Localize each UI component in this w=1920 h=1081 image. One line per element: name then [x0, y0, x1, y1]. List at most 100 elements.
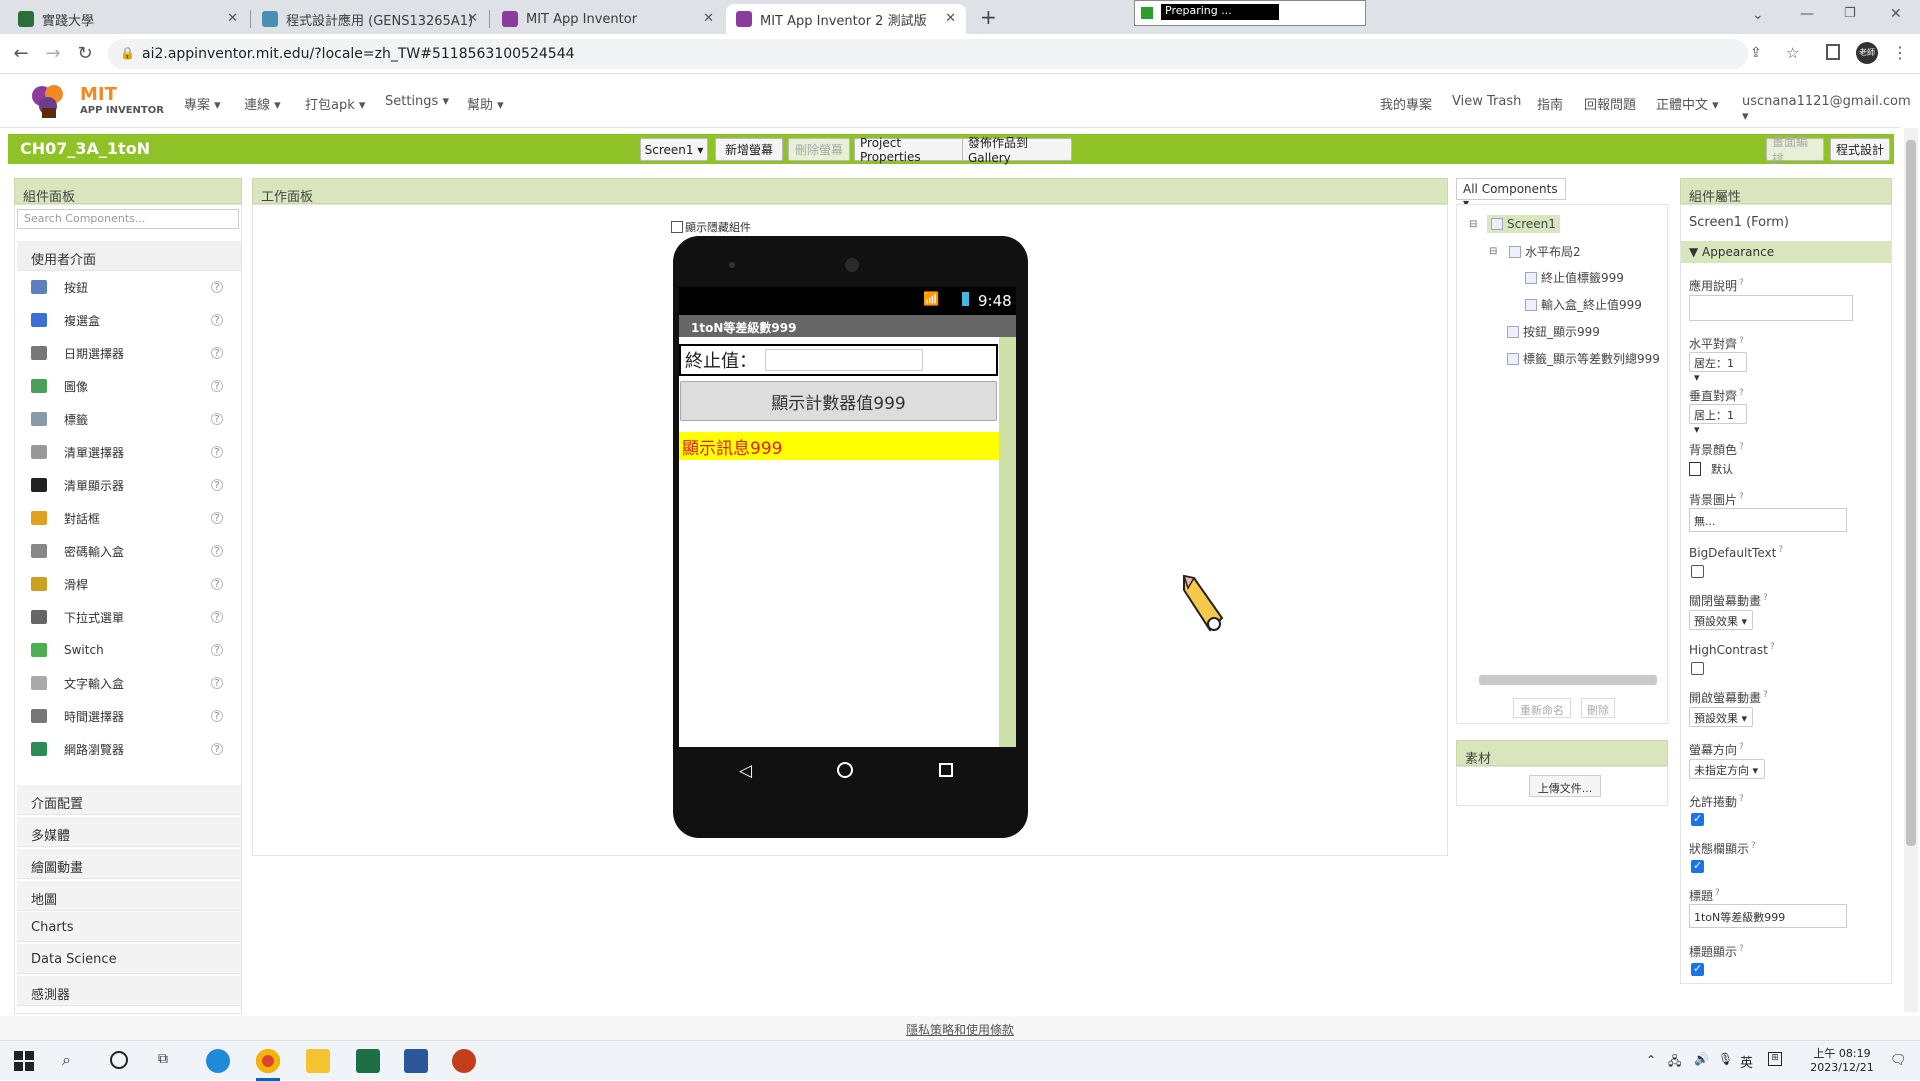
palette-item[interactable]: Switch? — [15, 634, 241, 666]
title-field[interactable]: 1toN等差級數999 — [1689, 904, 1847, 928]
help-icon[interactable]: ? — [211, 545, 223, 557]
browser-tab[interactable]: MIT App Inventor ✕ — [492, 4, 724, 34]
appinventor-logo-icon[interactable] — [28, 82, 72, 120]
high-contrast-checkbox[interactable] — [1691, 662, 1704, 675]
tree-item-end-label[interactable]: 終止值標籤999 — [1525, 269, 1624, 286]
help-icon[interactable]: ? — [211, 281, 223, 293]
help-icon[interactable]: ? — [211, 380, 223, 392]
page-scrollbar[interactable] — [1904, 128, 1918, 1012]
rename-button[interactable]: 重新命名 — [1513, 698, 1571, 718]
cortana-icon[interactable] — [110, 1051, 128, 1069]
tree-horizontal-scrollbar[interactable] — [1479, 675, 1657, 685]
share-icon[interactable]: ⇪ — [1750, 45, 1762, 61]
menu-build[interactable]: 打包apk ▾ — [305, 94, 365, 113]
word-icon[interactable] — [404, 1049, 428, 1073]
reload-icon[interactable]: ↻ — [74, 43, 96, 65]
palette-item[interactable]: 密碼輸入盒? — [15, 535, 241, 567]
search-components-input[interactable]: Search Components... — [17, 209, 239, 229]
back-icon[interactable]: ← — [10, 43, 32, 65]
search-icon[interactable]: ⌕ — [62, 1050, 71, 1070]
close-tab-icon[interactable]: ✕ — [227, 11, 238, 26]
remove-screen-button[interactable]: 刪除螢幕 — [788, 138, 850, 161]
close-tab-icon[interactable]: ✕ — [945, 11, 956, 26]
ime-indicator[interactable]: 英 — [1740, 1052, 1753, 1071]
category-charts[interactable]: Charts — [17, 912, 241, 942]
link-report-issue[interactable]: 回報問題 — [1584, 94, 1636, 113]
minimize-icon[interactable]: — — [1800, 6, 1814, 22]
help-icon[interactable]: ? — [211, 611, 223, 623]
align-vertical-dropdown[interactable]: 居上：1 ▾ — [1689, 404, 1747, 436]
big-text-checkbox[interactable] — [1691, 565, 1704, 578]
privacy-link[interactable]: 隱私策略和使用條款 — [906, 1023, 1014, 1037]
menu-settings[interactable]: Settings ▾ — [385, 94, 449, 109]
collapse-screen1-icon[interactable]: ⊟ — [1469, 219, 1477, 230]
windows-start-icon[interactable] — [14, 1051, 34, 1071]
help-icon[interactable]: ? — [211, 446, 223, 458]
category-data-science[interactable]: Data Science — [17, 944, 241, 974]
new-tab-icon[interactable]: + — [980, 5, 997, 29]
edge-icon[interactable] — [206, 1049, 230, 1073]
bg-image-field[interactable]: 無... — [1689, 508, 1847, 532]
side-panel-icon[interactable] — [1826, 44, 1840, 60]
palette-item[interactable]: 圖像? — [15, 370, 241, 402]
close-tab-icon[interactable]: ✕ — [703, 11, 714, 26]
palette-item[interactable]: 日期選擇器? — [15, 337, 241, 369]
align-horizontal-dropdown[interactable]: 居左：1 ▾ — [1689, 352, 1747, 384]
window-close-icon[interactable]: ✕ — [1890, 6, 1902, 22]
more-menu-icon[interactable]: ⋮ — [1892, 43, 1908, 62]
palette-item[interactable]: 按鈕? — [15, 271, 241, 303]
browser-tab-active[interactable]: MIT App Inventor 2 測試版 ✕ — [726, 4, 966, 34]
browser-tab[interactable]: 程式設計應用 (GENS13265A1) ✕ — [252, 4, 488, 34]
menu-help[interactable]: 幫助 ▾ — [467, 94, 504, 113]
show-hidden-checkbox[interactable] — [671, 221, 683, 233]
menu-account[interactable]: uscnana1121@gmail.com ▾ — [1742, 94, 1911, 124]
category-user-interface[interactable]: 使用者介面 — [17, 241, 241, 271]
screen-select-dropdown[interactable]: Screen1 ▾ — [640, 138, 708, 161]
file-explorer-icon[interactable] — [306, 1049, 330, 1073]
link-view-trash[interactable]: View Trash — [1452, 94, 1521, 109]
tab-list-icon[interactable]: ⌄ — [1752, 7, 1764, 23]
help-icon[interactable]: ? — [211, 347, 223, 359]
chrome-icon[interactable] — [256, 1049, 280, 1073]
help-icon[interactable]: ? — [211, 644, 223, 656]
bg-color-picker[interactable]: 默认 — [1689, 461, 1733, 477]
microphone-icon[interactable]: 🎙 — [1718, 1052, 1733, 1066]
help-icon[interactable]: ? — [211, 578, 223, 590]
category-layout[interactable]: 介面配置 — [17, 785, 241, 815]
help-icon[interactable]: ? — [211, 710, 223, 722]
volume-icon[interactable]: 🔊 — [1694, 1052, 1709, 1066]
ime-mode-icon[interactable]: ⊞ — [1768, 1052, 1782, 1066]
forward-icon[interactable]: → — [42, 43, 64, 65]
about-textarea[interactable] — [1689, 295, 1853, 321]
horizontal-arrangement[interactable]: 終止值： — [679, 344, 998, 376]
menu-language[interactable]: 正體中文 ▾ — [1656, 94, 1719, 113]
network-icon[interactable]: 🖧 — [1668, 1052, 1681, 1073]
page-scrollbar-thumb[interactable] — [1906, 140, 1916, 846]
upload-file-button[interactable]: 上傳文件... — [1529, 775, 1601, 797]
help-icon[interactable]: ? — [211, 413, 223, 425]
powerpoint-icon[interactable] — [452, 1049, 476, 1073]
help-icon[interactable]: ? — [211, 314, 223, 326]
show-counter-button[interactable]: 顯示計數器值999 — [680, 381, 997, 421]
menu-connect[interactable]: 連線 ▾ — [244, 94, 281, 113]
category-media[interactable]: 多媒體 — [17, 817, 241, 847]
close-tab-icon[interactable]: ✕ — [467, 11, 478, 26]
end-value-label[interactable]: 終止值： — [685, 347, 757, 373]
palette-item[interactable]: 滑桿? — [15, 568, 241, 600]
tree-item-horizontal-arrangement[interactable]: 水平布局2 — [1509, 243, 1581, 260]
palette-item[interactable]: 時間選擇器? — [15, 700, 241, 732]
palette-item[interactable]: 清單選擇器? — [15, 436, 241, 468]
category-drawing-animation[interactable]: 繪圖動畫 — [17, 849, 241, 879]
category-maps[interactable]: 地圖 — [17, 881, 241, 911]
appearance-section[interactable]: ▼ Appearance — [1681, 241, 1891, 263]
title-visible-checkbox[interactable] — [1691, 962, 1704, 976]
excel-icon[interactable] — [356, 1049, 380, 1073]
bookmark-star-icon[interactable]: ☆ — [1786, 44, 1799, 62]
palette-item[interactable]: 複選盒? — [15, 304, 241, 336]
help-icon[interactable]: ? — [211, 479, 223, 491]
components-filter-dropdown[interactable]: All Components ▾ — [1456, 178, 1566, 210]
designer-button[interactable]: 畫面編排 — [1766, 135, 1824, 166]
tree-item-result-label[interactable]: 標籤_顯示等差數列總999 — [1507, 350, 1660, 367]
collapse-hlayout-icon[interactable]: ⊟ — [1489, 246, 1497, 257]
tray-overflow-icon[interactable]: ⌃ — [1646, 1053, 1656, 1067]
